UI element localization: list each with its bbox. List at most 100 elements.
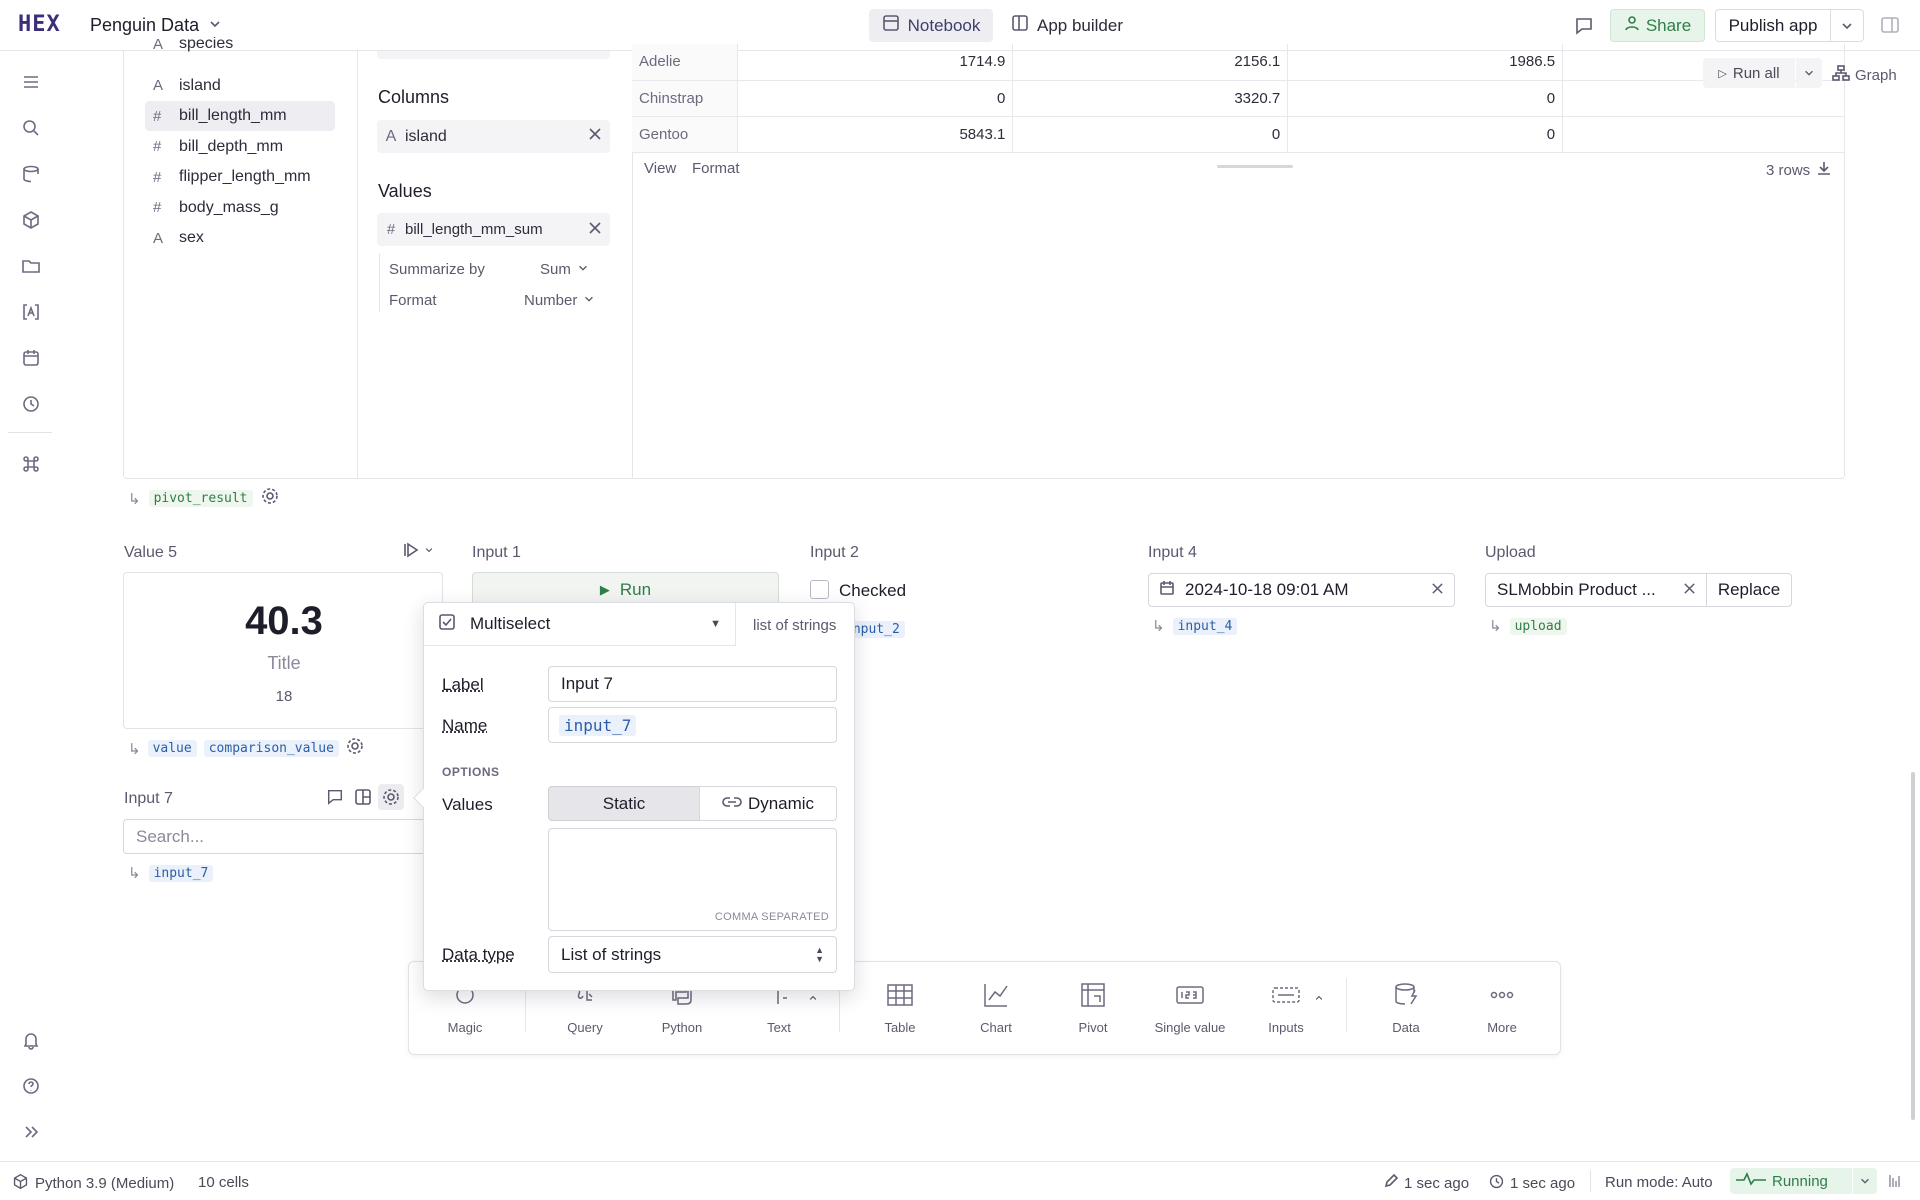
edited-time[interactable]: 1 sec ago <box>1383 1173 1469 1193</box>
gear-icon[interactable] <box>378 784 404 810</box>
comment-icon[interactable] <box>326 788 344 811</box>
format-select[interactable]: Number <box>524 292 595 309</box>
rows-count[interactable]: 3 rows <box>1766 160 1832 180</box>
column-item[interactable]: # body_mass_g <box>145 193 335 223</box>
more-button[interactable]: More <box>1462 980 1542 1040</box>
chevron-up-icon[interactable] <box>808 990 818 1008</box>
pivot-result-var[interactable]: pivot_result <box>148 490 253 507</box>
single-value-button[interactable]: Single value <box>1150 980 1230 1040</box>
table-cell[interactable]: 0 <box>737 80 1014 117</box>
variables-icon[interactable] <box>20 301 42 323</box>
data-browser-icon[interactable] <box>20 163 42 185</box>
close-icon[interactable] <box>1683 580 1696 600</box>
upload-file-field[interactable]: SLMobbin Product ... <box>1485 573 1707 607</box>
column-item[interactable]: Asex <box>145 223 335 253</box>
type-select[interactable]: Multiselect ▼ <box>424 603 736 646</box>
summarize-select[interactable]: Sum <box>540 261 589 278</box>
run-cell-icon[interactable] <box>402 541 434 559</box>
table-cell[interactable]: 2156.1 <box>1012 44 1289 81</box>
input7-var[interactable]: input_7 <box>148 864 214 882</box>
columns-chip[interactable]: A island <box>377 120 610 153</box>
column-item[interactable]: # bill_length_mm <box>145 101 335 131</box>
checkbox-label[interactable]: Checked <box>839 581 906 601</box>
row-header-cell[interactable]: Adelie <box>632 44 739 81</box>
horizontal-scrollbar[interactable] <box>1217 165 1293 168</box>
expand-icon[interactable] <box>20 1121 42 1143</box>
running-indicator[interactable]: Running <box>1730 1168 1852 1194</box>
name-field[interactable]: input_7 <box>548 707 837 743</box>
table-cell[interactable]: 5843.1 <box>737 116 1014 153</box>
publish-app-button[interactable]: Publish app <box>1715 9 1831 42</box>
replace-button[interactable]: Replace <box>1706 573 1792 607</box>
table-cell[interactable]: 0 <box>1287 116 1564 153</box>
graph-button[interactable]: Graph <box>1832 64 1897 86</box>
schedule-icon[interactable] <box>20 347 42 369</box>
layout-icon[interactable] <box>354 788 372 811</box>
inputs-button[interactable]: Inputs <box>1246 980 1326 1040</box>
data-button[interactable]: Data <box>1366 980 1446 1040</box>
table-cell[interactable] <box>1562 116 1845 153</box>
running-dropdown[interactable] <box>1853 1168 1877 1194</box>
close-icon[interactable] <box>1431 580 1444 600</box>
pivot-button[interactable]: Pivot <box>1053 980 1133 1040</box>
share-button[interactable]: Share <box>1610 9 1705 42</box>
gear-icon[interactable] <box>261 487 279 510</box>
label-field[interactable]: Input 7 <box>548 666 837 702</box>
search-input[interactable]: Search... <box>123 819 433 854</box>
datatype-select[interactable]: List of strings ▲ ▼ <box>548 936 837 973</box>
date-input[interactable]: 2024-10-18 09:01 AM <box>1148 573 1455 607</box>
close-icon[interactable] <box>588 221 602 239</box>
table-button[interactable]: Table <box>860 980 940 1040</box>
components-icon[interactable] <box>20 209 42 231</box>
dynamic-toggle[interactable]: Dynamic <box>699 786 837 821</box>
table-cell[interactable]: 1986.5 <box>1287 44 1564 81</box>
column-item[interactable]: # flipper_length_mm <box>145 162 335 192</box>
hex-logo[interactable]: HEX <box>18 12 61 37</box>
row-header-cell[interactable]: Gentoo <box>632 116 739 153</box>
sidebar-panel-icon[interactable] <box>1880 15 1900 40</box>
comment-icon[interactable] <box>1574 16 1594 41</box>
run-all-dropdown[interactable] <box>1796 58 1822 88</box>
run-mode[interactable]: Run mode: Auto <box>1605 1174 1713 1191</box>
comparison-value-var[interactable]: comparison_value <box>203 740 339 757</box>
bell-icon[interactable] <box>20 1029 42 1051</box>
value-var[interactable]: value <box>147 740 197 757</box>
table-cell[interactable]: 0 <box>1012 116 1289 153</box>
publish-dropdown-button[interactable] <box>1830 9 1864 42</box>
kernel-status[interactable]: Python 3.9 (Medium) <box>12 1173 174 1194</box>
chevron-up-icon[interactable] <box>1314 990 1324 1008</box>
history-icon[interactable] <box>20 393 42 415</box>
project-title[interactable]: Penguin Data <box>90 15 199 36</box>
search-icon[interactable] <box>20 117 42 139</box>
app-builder-tab[interactable]: App builder <box>1002 9 1132 42</box>
column-item[interactable]: Aspecies <box>145 37 335 53</box>
input4-var[interactable]: input_4 <box>1172 617 1238 635</box>
values-chip[interactable]: # bill_length_mm_sum <box>377 213 610 246</box>
close-icon[interactable] <box>588 127 602 146</box>
upload-var[interactable]: upload <box>1509 617 1567 635</box>
vertical-scrollbar[interactable] <box>1911 772 1915 1120</box>
column-item[interactable]: # bill_depth_mm <box>145 132 335 162</box>
table-cell[interactable]: 3320.7 <box>1012 80 1289 117</box>
help-icon[interactable] <box>20 1075 42 1097</box>
table-cell[interactable]: 0 <box>1287 80 1564 117</box>
notebook-tab[interactable]: Notebook <box>869 9 993 42</box>
table-cell[interactable]: 1714.9 <box>737 44 1014 81</box>
checkbox[interactable] <box>810 580 829 599</box>
memory-icon[interactable] <box>1887 1172 1905 1194</box>
format-tab[interactable]: Format <box>692 160 740 177</box>
column-item[interactable]: Aisland <box>145 71 335 101</box>
chart-button[interactable]: Chart <box>956 980 1036 1040</box>
row-header-cell[interactable]: Chinstrap <box>632 80 739 117</box>
ran-time[interactable]: 1 sec ago <box>1488 1173 1575 1194</box>
chevron-down-icon[interactable] <box>208 17 222 36</box>
cells-count[interactable]: 10 cells <box>198 1174 249 1191</box>
run-all-button[interactable]: ▷ Run all <box>1703 58 1795 88</box>
outline-icon[interactable] <box>20 71 42 93</box>
static-toggle[interactable]: Static <box>548 786 700 821</box>
files-icon[interactable] <box>20 255 42 277</box>
view-tab[interactable]: View <box>644 160 676 177</box>
gear-icon[interactable] <box>346 737 364 760</box>
values-textarea[interactable]: COMMA SEPARATED <box>548 828 837 931</box>
command-icon[interactable] <box>20 453 42 475</box>
